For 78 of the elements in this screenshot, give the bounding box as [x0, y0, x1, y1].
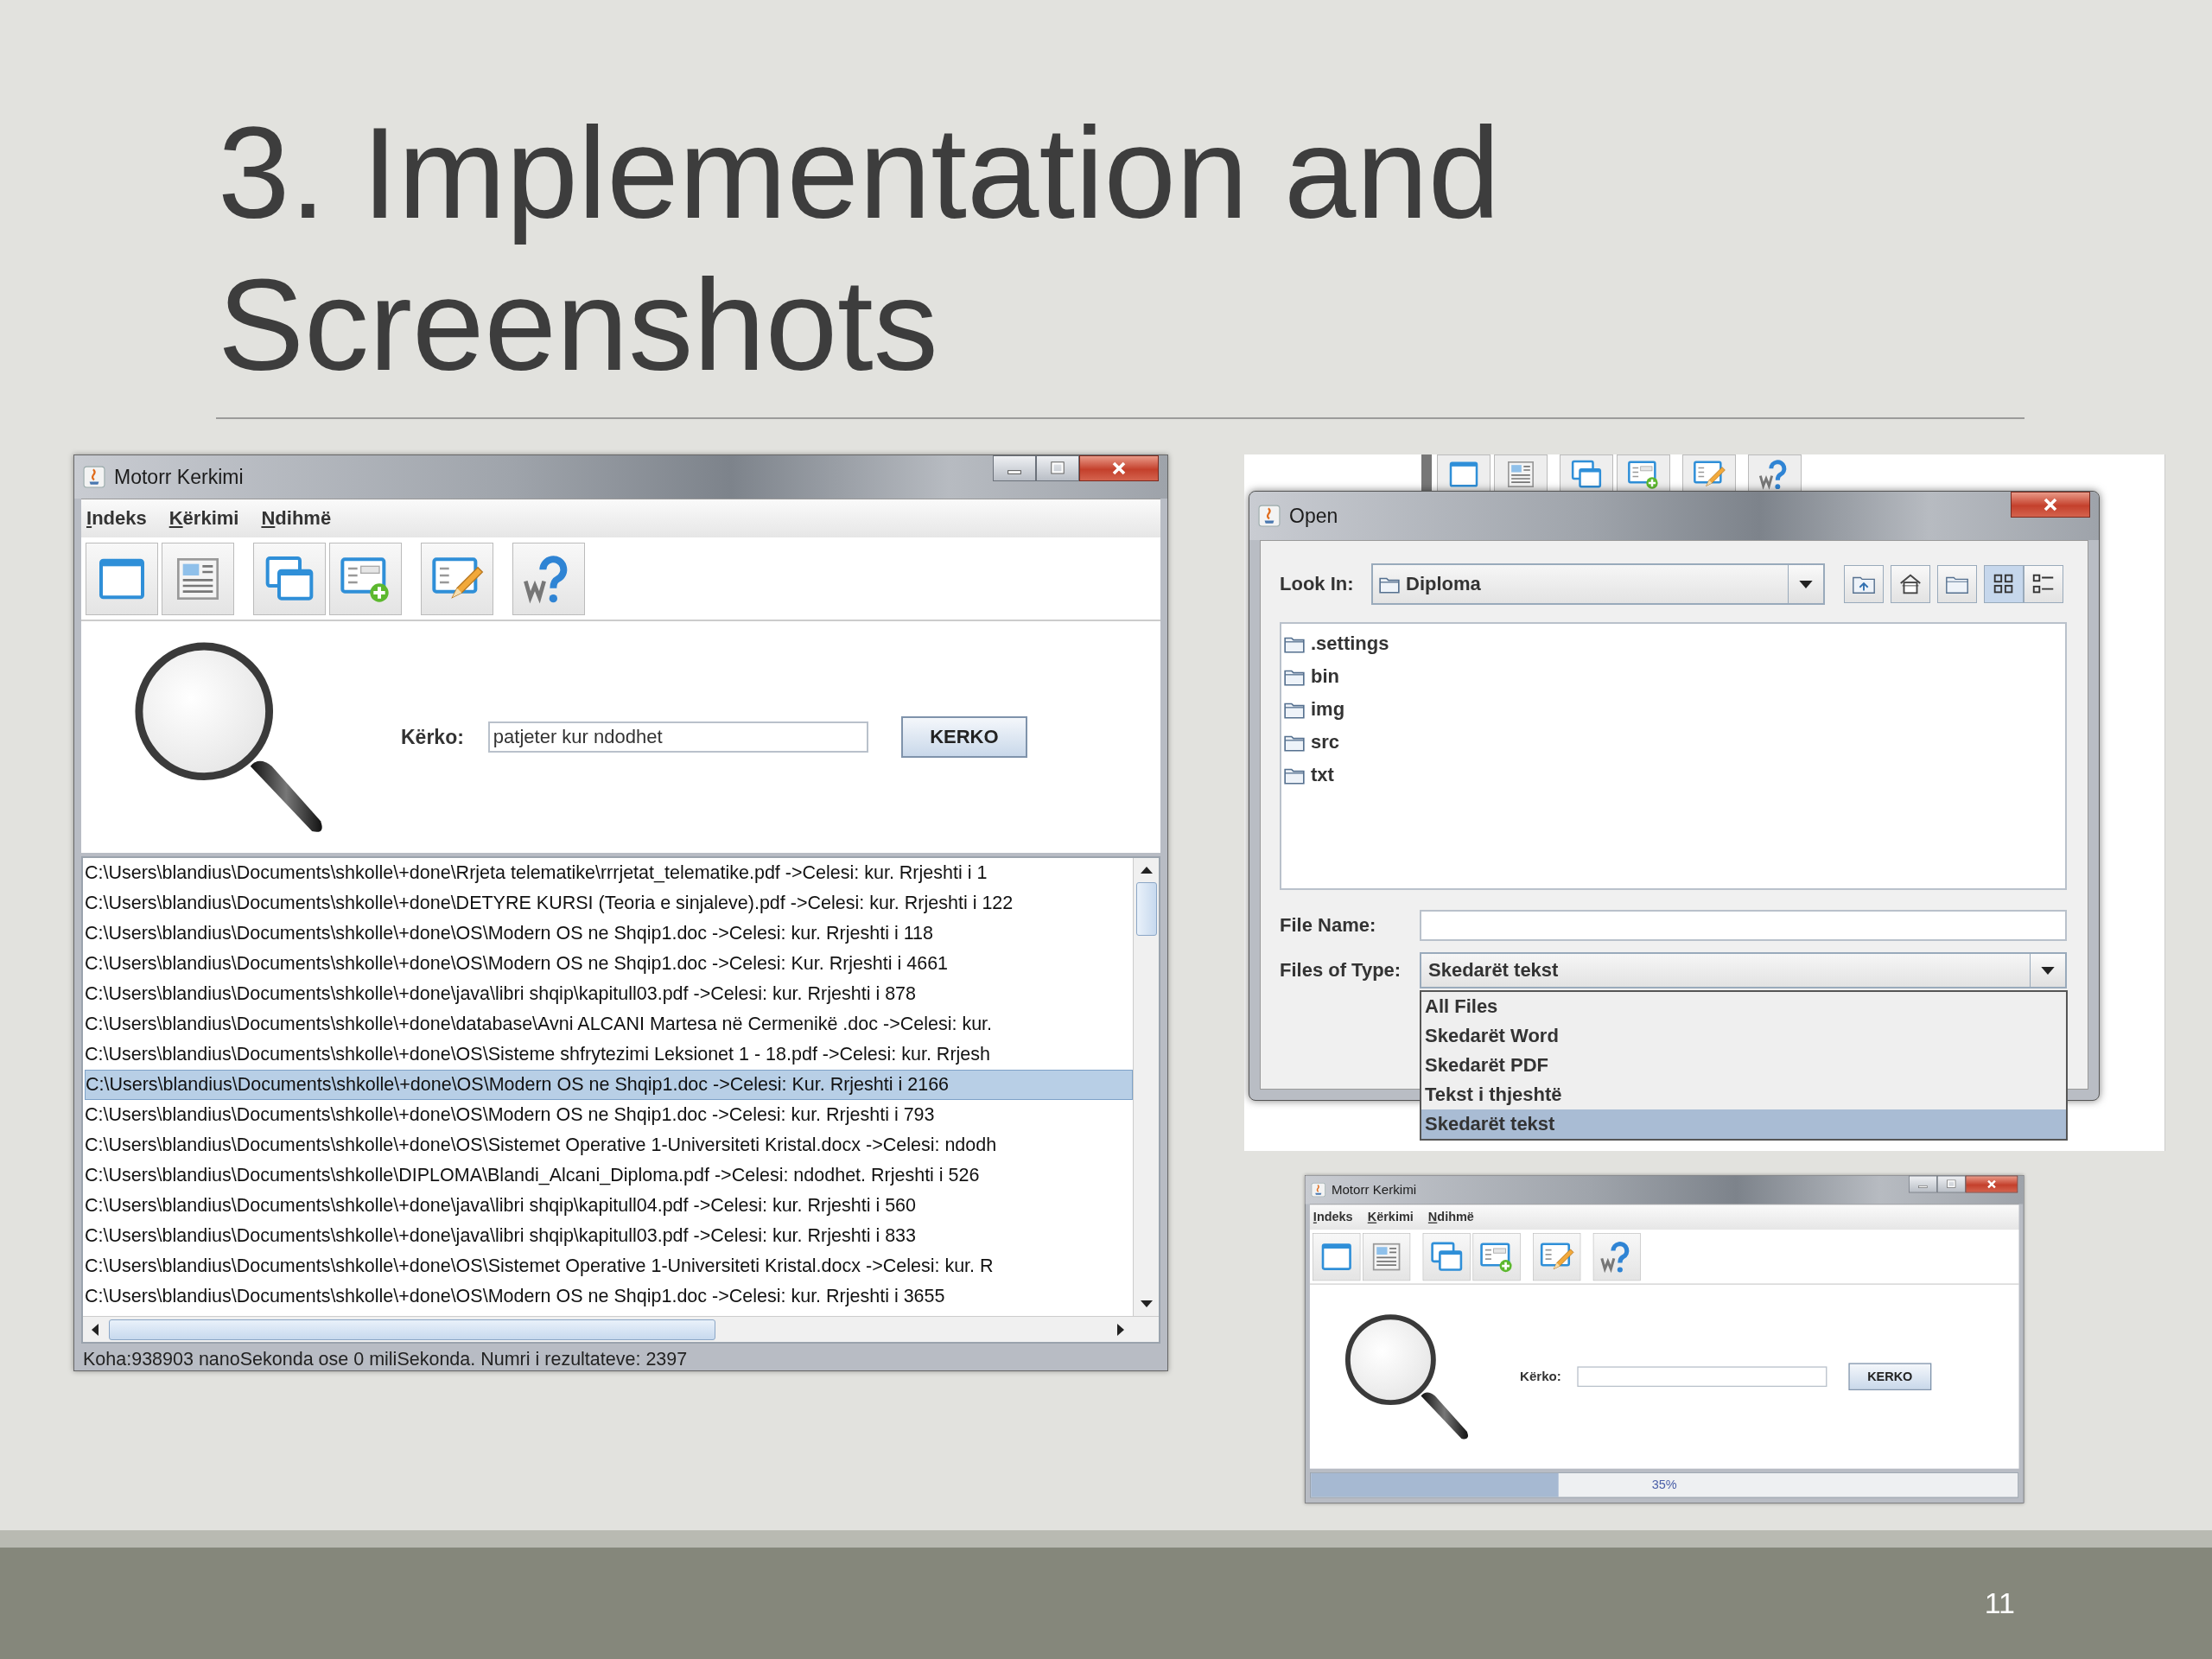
look-in-combo[interactable]: Diploma: [1371, 563, 1825, 605]
app-icon: [1258, 505, 1281, 527]
menu-item[interactable]: Indeks: [86, 507, 147, 530]
menu-item[interactable]: Indeks: [1313, 1210, 1353, 1225]
window-title: Motorr Kerkimi: [114, 465, 245, 489]
toolbar-button[interactable]: [1984, 565, 2024, 603]
dropdown-option[interactable]: Tekst i thjeshtë: [1421, 1080, 2066, 1109]
result-row[interactable]: C:\Users\blandius\Documents\shkolle\+done\database\Avni ALCANI Martesa në Cermenikë .doc ->Celesi: kur.: [85, 1009, 1133, 1039]
file-item[interactable]: img: [1283, 693, 2065, 726]
file-type-combo[interactable]: Skedarët tekst: [1420, 952, 2067, 988]
maximize-button[interactable]: [1036, 455, 1079, 481]
result-row[interactable]: C:\Users\blandius\Documents\shkolle\+done\java\libri shqip\kapitull04.pdf ->Celesi: kur. Rrjeshti i 560: [85, 1191, 1133, 1221]
scroll-thumb[interactable]: [109, 1319, 715, 1340]
minimize-button[interactable]: [993, 455, 1036, 481]
toolbar-button[interactable]: [1891, 565, 1930, 603]
left-arrow-icon: [90, 1322, 100, 1337]
result-row[interactable]: C:\Users\blandius\Documents\shkolle\+done\OS\Modern OS ne Shqip1.doc ->Celesi: Kur. Rrjeshti i 4661: [85, 949, 1133, 979]
result-row[interactable]: C:\Users\blandius\Documents\shkolle\+done\Rrjeta telematike\rrrjetat_telematike.pdf ->Celesi: kur. Rrjeshti i 1: [85, 858, 1133, 888]
up-arrow-icon: [1139, 865, 1154, 875]
menu-item[interactable]: Kërkimi: [1367, 1210, 1414, 1225]
minimize-icon: [1918, 1185, 1928, 1188]
down-arrow-icon: [1139, 1299, 1154, 1309]
dropdown-option[interactable]: Skedarët PDF: [1421, 1051, 2066, 1080]
close-button[interactable]: [2011, 492, 2090, 518]
window-title: Open: [1289, 504, 1339, 528]
dropdown-option[interactable]: All Files: [1421, 992, 2066, 1021]
progress-text: 35%: [1650, 1478, 1678, 1493]
search-label: Kërko:: [1520, 1369, 1561, 1385]
horizontal-scrollbar[interactable]: [83, 1316, 1159, 1342]
result-row[interactable]: C:\Users\blandius\Documents\shkolle\+done\OS\Modern OS ne Shqip1.doc ->Celesi: kur. Rrjeshti i 793: [85, 1100, 1133, 1130]
file-item[interactable]: txt: [1283, 759, 2065, 791]
minimize-button[interactable]: [1909, 1175, 1937, 1193]
result-row[interactable]: C:\Users\blandius\Documents\shkolle\DIPLOMA\Blandi_Alcani_Diploma.pdf ->Celesi: ndodhet. Rrjeshti i 526: [85, 1160, 1133, 1191]
caret-icon: [2040, 965, 2056, 976]
toolbar-button[interactable]: [2024, 565, 2063, 603]
dropdown-option[interactable]: Skedarët Word: [1421, 1021, 2066, 1051]
result-row[interactable]: C:\Users\blandius\Documents\shkolle\+done\java\libri shqip\kapitull03.pdf ->Celesi: kur. Rrjeshti i 878: [85, 979, 1133, 1009]
dropdown-option[interactable]: Skedarët tekst: [1421, 1109, 2066, 1139]
scroll-thumb[interactable]: [1135, 882, 1157, 936]
result-row[interactable]: C:\Users\blandius\Documents\shkolle\+done\OS\Modern OS ne Shqip1.doc ->Celesi: kur. Rrjeshti i 3655: [85, 1281, 1133, 1312]
menu-item[interactable]: Ndihmë: [261, 507, 332, 530]
close-button[interactable]: [1079, 455, 1159, 481]
result-row[interactable]: C:\Users\blandius\Documents\shkolle\+done\java\libri shqip\kapitull03.pdf ->Celesi: kur. Rrjeshti i 833: [85, 1221, 1133, 1251]
right-arrow-icon: [1116, 1322, 1126, 1337]
slide-title: 3. Implementation and Screenshots: [218, 99, 1502, 399]
search-field[interactable]: [1577, 1366, 1827, 1388]
search-field[interactable]: patjeter kur ndodhet: [487, 721, 868, 753]
result-row[interactable]: C:\Users\blandius\Documents\shkolle\+done\OS\Sistemet Operative 1-Universiteti Kristal.docx ->Celesi: ndodh: [85, 1130, 1133, 1160]
dropdown-button[interactable]: [1788, 565, 1823, 603]
caret-icon: [1798, 579, 1814, 589]
app-icon: [83, 466, 105, 488]
file-name-field[interactable]: [1420, 910, 2067, 941]
result-row[interactable]: C:\Users\blandius\Documents\shkolle\+done\OS\Sisteme shfrytezimi Leksionet 1 - 18.pdf ->Celesi: kur. Rrjesh: [85, 1039, 1133, 1070]
file-name-label: File Name:: [1280, 914, 1377, 937]
search-button[interactable]: KERKO: [1848, 1363, 1932, 1390]
result-row[interactable]: C:\Users\blandius\Documents\shkolle\+done\OS\Sistemet Operative 1-Universiteti Kristal.docx ->Celesi: kur. R: [85, 1251, 1133, 1281]
app-icon: [1311, 1182, 1326, 1198]
window-title: Motorr Kerkimi: [1331, 1182, 1418, 1198]
status-text: Koha:938903 nanoSekonda ose 0 miliSekonda. Numri i rezultateve: 2397: [82, 1348, 689, 1370]
file-item[interactable]: bin: [1283, 660, 2065, 693]
look-in-label: Look In:: [1280, 573, 1355, 595]
maximize-button[interactable]: [1936, 1175, 1966, 1193]
file-item[interactable]: src: [1283, 726, 2065, 759]
vertical-scrollbar[interactable]: [1133, 858, 1159, 1316]
minimize-icon: [1007, 469, 1021, 474]
close-icon: [1985, 1179, 1999, 1189]
close-button[interactable]: [1965, 1175, 2018, 1193]
search-button[interactable]: KERKO: [900, 716, 1027, 758]
menu-item[interactable]: Kërkimi: [168, 507, 239, 530]
search-label: Kërko:: [401, 725, 464, 749]
page-number: 11: [1984, 1586, 2015, 1620]
result-row[interactable]: C:\Users\blandius\Documents\shkolle\+done\OS\Modern OS ne Shqip1.doc ->Celesi: Kur. Rrjeshti i 2166: [85, 1070, 1133, 1100]
result-row[interactable]: C:\Users\blandius\Documents\shkolle\+done\OS\Modern OS ne Shqip1.doc ->Celesi: kur. Rrjeshti i 118: [85, 918, 1133, 949]
file-type-label: Files of Type:: [1280, 959, 1402, 982]
dropdown-button[interactable]: [2030, 954, 2065, 987]
result-row[interactable]: C:\Users\blandius\Documents\shkolle\+done\DETYRE KURSI (Teoria e sinjaleve).pdf ->Celesi: kur. Rrjeshti i 122: [85, 888, 1133, 918]
menu-item[interactable]: Ndihmë: [1427, 1210, 1474, 1225]
file-item[interactable]: .settings: [1283, 627, 2065, 660]
